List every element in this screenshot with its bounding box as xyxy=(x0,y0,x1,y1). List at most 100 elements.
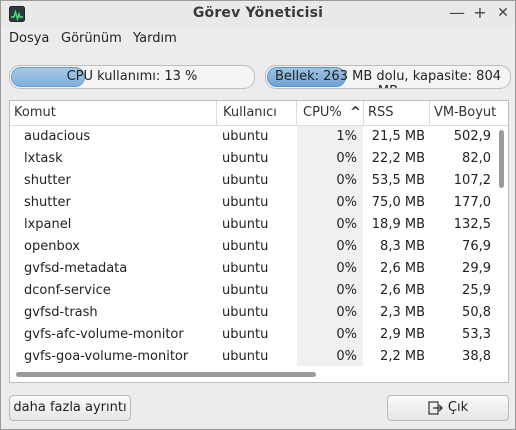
cell-vm: 177,0 xyxy=(453,195,491,210)
cell-vm: 50,8 xyxy=(462,305,491,320)
cell-command: gvfsd-metadata xyxy=(24,261,128,276)
column-header-user-label: Kullanıcı xyxy=(223,105,277,120)
memory-usage-bar: Bellek: 263 MB dolu, kapasite: 804 MB xyxy=(265,65,511,89)
column-header-vm-label: VM-Boyut xyxy=(434,105,497,120)
minimize-button[interactable]: — xyxy=(447,3,467,23)
table-row[interactable]: audacious ubuntu 1% 21,5 MB 502,9 xyxy=(10,126,496,148)
column-header-command[interactable]: Komut xyxy=(10,101,216,125)
table-header: Komut Kullanıcı CPU% ^ RSS VM-Boyut xyxy=(10,101,508,126)
cell-cpu: 0% xyxy=(336,217,357,232)
cell-vm: 82,0 xyxy=(462,151,491,166)
cell-command: lxtask xyxy=(24,151,63,166)
cell-rss: 21,5 MB xyxy=(371,129,425,144)
cell-user: ubuntu xyxy=(222,173,269,188)
column-header-cpu[interactable]: CPU% ^ xyxy=(296,101,363,125)
menu-gorunum[interactable]: Görünüm xyxy=(61,31,122,46)
cell-user: ubuntu xyxy=(222,349,269,364)
cpu-usage-label: CPU kullanımı: 13 % xyxy=(66,69,198,84)
menu-yardim[interactable]: Yardım xyxy=(133,31,177,46)
table-row[interactable]: lxpanel ubuntu 0% 18,9 MB 132,5 xyxy=(10,214,496,236)
column-header-rss-label: RSS xyxy=(368,105,394,120)
cell-rss: 2,9 MB xyxy=(380,327,425,342)
cell-vm: 38,8 xyxy=(462,349,491,364)
horizontal-scrollbar[interactable] xyxy=(10,368,508,380)
cell-rss: 8,3 MB xyxy=(380,239,425,254)
title-bar[interactable]: Görev Yöneticisi — + ✕ xyxy=(1,1,515,27)
vertical-scroll-thumb[interactable] xyxy=(499,130,504,188)
table-row[interactable]: lxtask ubuntu 0% 22,2 MB 82,0 xyxy=(10,148,496,170)
more-details-label: daha fazla ayrıntı xyxy=(13,400,127,415)
cell-rss: 53,5 MB xyxy=(371,173,425,188)
cell-command: dconf-service xyxy=(24,283,111,298)
menu-bar: Dosya Görünüm Yardım xyxy=(1,28,515,50)
quit-label: Çık xyxy=(447,400,469,415)
cell-vm: 76,9 xyxy=(462,239,491,254)
task-manager-window: Görev Yöneticisi — + ✕ Dosya Görünüm Yar… xyxy=(0,0,516,430)
table-row[interactable]: shutter ubuntu 0% 53,5 MB 107,2 xyxy=(10,170,496,192)
quit-button[interactable]: Çık xyxy=(387,395,509,421)
cell-user: ubuntu xyxy=(222,327,269,342)
cpu-usage-bar: CPU kullanımı: 13 % xyxy=(9,65,255,89)
cell-vm: 29,9 xyxy=(462,261,491,276)
table-row[interactable]: openbox ubuntu 0% 8,3 MB 76,9 xyxy=(10,236,496,258)
cell-vm: 25,9 xyxy=(462,283,491,298)
table-row[interactable]: gvfs-goa-volume-monitor ubuntu 0% 2,2 MB 38,… xyxy=(10,346,496,368)
cell-user: ubuntu xyxy=(222,195,269,210)
cell-user: ubuntu xyxy=(222,261,269,276)
table-row[interactable]: dconf-service ubuntu 0% 2,6 MB 25,9 xyxy=(10,280,496,302)
cell-command: openbox xyxy=(24,239,80,254)
column-header-command-label: Komut xyxy=(14,105,56,120)
cell-rss: 2,2 MB xyxy=(380,349,425,364)
cell-cpu: 0% xyxy=(336,151,357,166)
cell-vm: 107,2 xyxy=(453,173,491,188)
cell-command: gvfsd-trash xyxy=(24,305,98,320)
close-button[interactable]: ✕ xyxy=(493,3,513,23)
cell-cpu: 1% xyxy=(336,129,357,144)
table-row[interactable]: shutter ubuntu 0% 75,0 MB 177,0 xyxy=(10,192,496,214)
cell-command: audacious xyxy=(24,129,91,144)
cell-command: lxpanel xyxy=(24,217,72,232)
cell-user: ubuntu xyxy=(222,129,269,144)
column-header-cpu-label: CPU% xyxy=(303,105,342,120)
vertical-scrollbar[interactable] xyxy=(497,126,507,368)
cell-command: shutter xyxy=(24,195,71,210)
cell-rss: 18,9 MB xyxy=(371,217,425,232)
cell-cpu: 0% xyxy=(336,195,357,210)
cell-cpu: 0% xyxy=(336,305,357,320)
memory-usage-label: Bellek: 263 MB dolu, kapasite: 804 MB xyxy=(274,69,501,88)
cell-command: shutter xyxy=(24,173,71,188)
column-header-rss[interactable]: RSS xyxy=(363,101,429,125)
more-details-button[interactable]: daha fazla ayrıntı xyxy=(9,395,131,421)
exit-icon xyxy=(428,400,443,415)
table-row[interactable]: gvfs-afc-volume-monitor ubuntu 0% 2,9 MB 53,… xyxy=(10,324,496,346)
table-row[interactable]: gvfsd-trash ubuntu 0% 2,3 MB 50,8 xyxy=(10,302,496,324)
cell-rss: 2,3 MB xyxy=(380,305,425,320)
horizontal-scroll-thumb[interactable] xyxy=(16,372,316,377)
cell-cpu: 0% xyxy=(336,283,357,298)
cell-user: ubuntu xyxy=(222,305,269,320)
cell-command: gvfs-goa-volume-monitor xyxy=(24,349,189,364)
table-row[interactable]: gvfsd-metadata ubuntu 0% 2,6 MB 29,9 xyxy=(10,258,496,280)
window-title: Görev Yöneticisi xyxy=(192,5,324,21)
cell-rss: 22,2 MB xyxy=(371,151,425,166)
cell-command: gvfs-afc-volume-monitor xyxy=(24,327,184,342)
process-table: Komut Kullanıcı CPU% ^ RSS VM-Boyut auda… xyxy=(9,100,509,383)
table-body: audacious ubuntu 1% 21,5 MB 502,9 lxtask ubunt… xyxy=(10,126,496,366)
cell-cpu: 0% xyxy=(336,327,357,342)
column-header-vm[interactable]: VM-Boyut xyxy=(429,101,508,125)
sort-ascending-icon: ^ xyxy=(349,105,361,120)
cell-vm: 132,5 xyxy=(453,217,491,232)
column-header-user[interactable]: Kullanıcı xyxy=(216,101,296,125)
cell-rss: 2,6 MB xyxy=(380,283,425,298)
cell-vm: 502,9 xyxy=(453,129,491,144)
maximize-button[interactable]: + xyxy=(470,3,490,23)
menu-dosya[interactable]: Dosya xyxy=(9,31,49,46)
cell-cpu: 0% xyxy=(336,349,357,364)
cell-user: ubuntu xyxy=(222,151,269,166)
cell-cpu: 0% xyxy=(336,261,357,276)
cell-user: ubuntu xyxy=(222,283,269,298)
cell-rss: 2,6 MB xyxy=(380,261,425,276)
cell-cpu: 0% xyxy=(336,239,357,254)
cell-rss: 75,0 MB xyxy=(371,195,425,210)
cell-vm: 53,3 xyxy=(462,327,491,342)
